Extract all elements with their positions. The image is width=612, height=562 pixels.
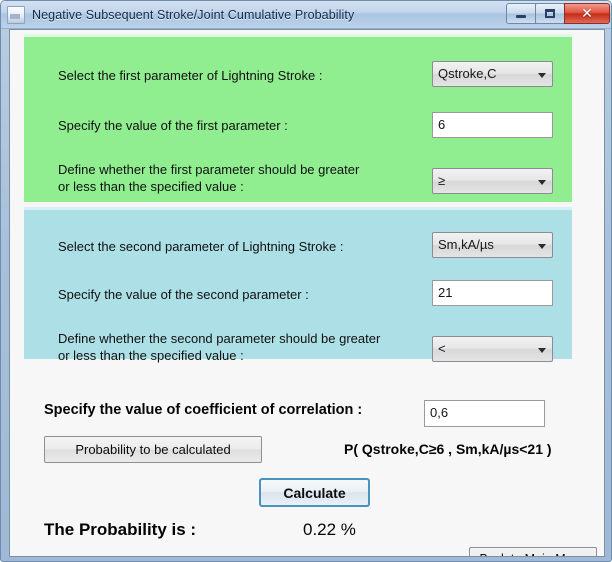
- second-parameter-compare-label: Define whether the second parameter shou…: [58, 331, 381, 363]
- close-icon: ✕: [581, 5, 593, 22]
- first-parameter-value-input[interactable]: 6: [432, 112, 553, 138]
- close-button[interactable]: ✕: [564, 3, 610, 24]
- second-parameter-combo[interactable]: Sm,kA/µs: [432, 232, 553, 258]
- first-parameter-panel-inner: Select the first parameter of Lightning …: [32, 41, 572, 202]
- probability-to-be-calculated-button[interactable]: Probability to be calculated: [44, 436, 262, 463]
- second-parameter-panel-inner: Select the second parameter of Lightning…: [32, 214, 572, 363]
- back-to-main-menu-button[interactable]: Back to Main Menu: [469, 547, 597, 556]
- maximize-button[interactable]: [535, 3, 565, 24]
- result-label: The Probability is :: [44, 520, 197, 539]
- application-window: Negative Subsequent Stroke/Joint Cumulat…: [0, 0, 612, 562]
- first-parameter-panel: Select the first parameter of Lightning …: [24, 34, 572, 202]
- first-parameter-select-label: Select the first parameter of Lightning …: [58, 68, 323, 83]
- chevron-down-icon: [538, 348, 546, 353]
- form-client-area: Select the first parameter of Lightning …: [9, 29, 605, 557]
- window-title: Negative Subsequent Stroke/Joint Cumulat…: [32, 7, 355, 22]
- second-parameter-operator-combo[interactable]: <: [432, 336, 553, 362]
- first-parameter-compare-label: Define whether the first parameter shoul…: [58, 162, 360, 194]
- calculate-button[interactable]: Calculate: [259, 478, 370, 507]
- window-left-edge: [0, 29, 1, 557]
- chevron-down-icon: [538, 244, 546, 249]
- probability-formula: P( Qstroke,C≥6 , Sm,kA/µs<21 ): [344, 441, 552, 457]
- first-parameter-combo[interactable]: Qstroke,C: [432, 61, 553, 87]
- second-parameter-operator-value: <: [438, 341, 446, 356]
- correlation-input[interactable]: 0,6: [424, 400, 545, 427]
- second-parameter-select-label: Select the second parameter of Lightning…: [58, 239, 344, 254]
- first-parameter-operator-value: ≥: [438, 173, 446, 188]
- result-value: 0.22 %: [303, 520, 356, 539]
- second-parameter-value-label: Specify the value of the second paramete…: [58, 287, 309, 302]
- maximize-icon: [545, 9, 555, 18]
- window-controls: ✕: [506, 3, 610, 24]
- second-parameter-value-input[interactable]: 21: [432, 280, 553, 306]
- window-app-icon: [7, 5, 25, 24]
- correlation-label: Specify the value of coefficient of corr…: [44, 402, 363, 418]
- second-parameter-panel: Select the second parameter of Lightning…: [24, 207, 572, 363]
- chevron-down-icon: [538, 180, 546, 185]
- first-parameter-combo-value: Qstroke,C: [438, 66, 497, 81]
- title-bar: Negative Subsequent Stroke/Joint Cumulat…: [1, 1, 611, 29]
- minimize-icon: [516, 15, 526, 18]
- minimize-button[interactable]: [506, 3, 536, 24]
- chevron-down-icon: [538, 73, 546, 78]
- first-parameter-value-label: Specify the value of the first parameter…: [58, 118, 288, 133]
- second-parameter-combo-value: Sm,kA/µs: [438, 237, 494, 252]
- first-parameter-operator-combo[interactable]: ≥: [432, 168, 553, 194]
